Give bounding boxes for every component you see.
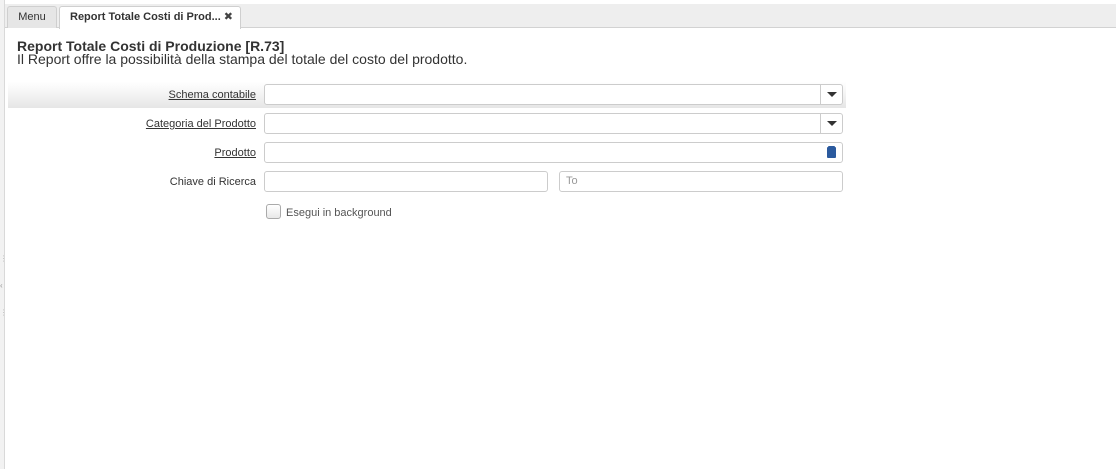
rail-collapse-icon[interactable]: ‹: [0, 282, 4, 290]
chiave-ricerca-label: Chiave di Ricerca: [169, 176, 256, 188]
rail-handle-icon[interactable]: ⋮: [0, 255, 4, 263]
tab-report-totale-costi[interactable]: Report Totale Costi di Prod... ✖: [59, 6, 241, 29]
prodotto-search-field[interactable]: [264, 142, 843, 163]
schema-contabile-dropdown-button[interactable]: [820, 85, 842, 104]
schema-contabile-select[interactable]: [264, 84, 843, 105]
row-chiave-ricerca: Chiave di Ricerca To: [8, 169, 846, 195]
categoria-prodotto-select[interactable]: [264, 113, 843, 134]
rail-handle-icon[interactable]: ⋮: [0, 309, 4, 317]
close-icon[interactable]: ✖: [224, 7, 233, 28]
chevron-down-icon: [826, 92, 837, 97]
page-description: Il Report offre la possibilità della sta…: [17, 51, 468, 67]
tab-bar: Menu Report Totale Costi di Prod... ✖: [5, 4, 1116, 29]
tab-menu[interactable]: Menu: [7, 6, 57, 28]
tab-report-label: Report Totale Costi di Prod...: [70, 11, 221, 23]
left-collapse-rail[interactable]: ⋮ ‹ ⋮: [0, 0, 5, 469]
row-schema-contabile: Schema contabile: [8, 82, 846, 108]
background-checkbox-label[interactable]: Esegui in background: [286, 207, 392, 219]
prodotto-label[interactable]: Prodotto: [214, 147, 256, 159]
chiave-ricerca-from-input[interactable]: [264, 171, 548, 192]
lookup-icon: [827, 146, 836, 158]
categoria-prodotto-label[interactable]: Categoria del Prodotto: [146, 118, 256, 130]
row-prodotto: Prodotto: [8, 140, 846, 166]
row-categoria-prodotto: Categoria del Prodotto: [8, 111, 846, 137]
schema-contabile-label[interactable]: Schema contabile: [169, 89, 256, 101]
chevron-down-icon: [826, 121, 837, 126]
chiave-ricerca-to-input[interactable]: To: [559, 171, 843, 192]
prodotto-lookup-button[interactable]: [821, 143, 842, 162]
categoria-prodotto-dropdown-button[interactable]: [820, 114, 842, 133]
background-checkbox[interactable]: [266, 204, 281, 219]
